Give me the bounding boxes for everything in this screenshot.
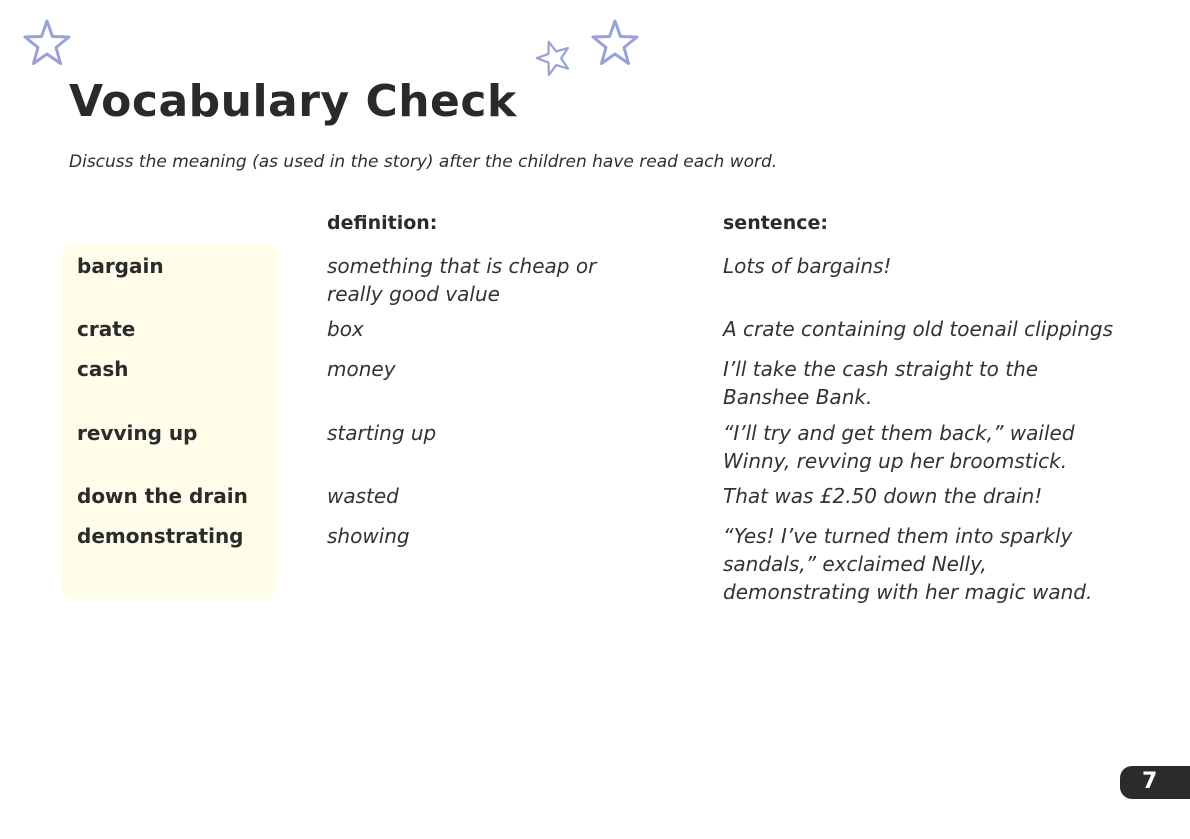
vocabulary-word: bargain — [77, 254, 164, 278]
example-sentence: “I’ll try and get them back,” wailed Win… — [723, 421, 1075, 473]
star-icon — [591, 19, 639, 65]
vocabulary-word: revving up — [77, 421, 198, 445]
page-number: 7 — [1142, 769, 1158, 794]
star-icon — [535, 40, 570, 76]
vocabulary-word: crate — [77, 317, 136, 341]
vocabulary-word: cash — [77, 357, 129, 381]
word-definition: starting up — [327, 421, 437, 445]
example-sentence: Lots of bargains! — [723, 254, 892, 278]
example-sentence: “Yes! I’ve turned them into sparkly sand… — [723, 524, 1093, 604]
page-title: Vocabulary Check — [69, 76, 517, 127]
word-definition: wasted — [327, 484, 399, 508]
word-definition: box — [327, 317, 364, 341]
example-sentence: A crate containing old toenail clippings — [723, 317, 1114, 341]
vocabulary-word: down the drain — [77, 484, 248, 508]
definition-column-heading: definition: — [327, 212, 438, 234]
example-sentence: I’ll take the cash straight to the Bansh… — [723, 357, 1039, 409]
word-definition: money — [327, 357, 396, 381]
example-sentence: That was £2.50 down the drain! — [723, 484, 1043, 508]
star-icon — [23, 19, 71, 65]
word-definition: something that is cheap or really good v… — [327, 254, 597, 306]
instructions-text: Discuss the meaning (as used in the stor… — [69, 152, 778, 172]
word-definition: showing — [327, 524, 410, 548]
vocabulary-word: demonstrating — [77, 524, 244, 548]
sentence-column-heading: sentence: — [723, 212, 828, 234]
